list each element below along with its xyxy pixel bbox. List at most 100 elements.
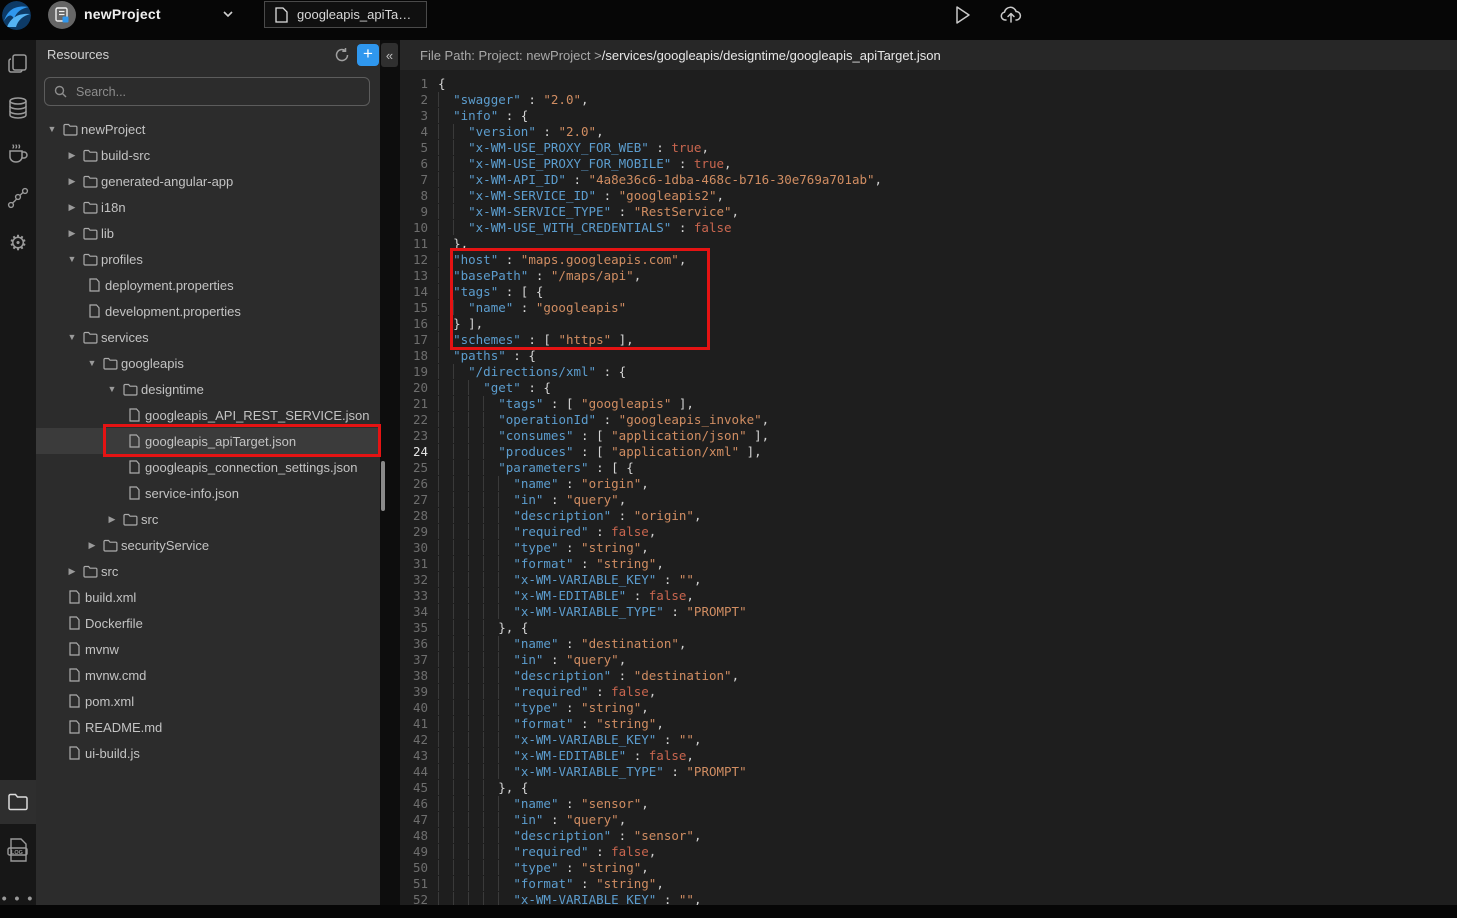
code-line: 3 "info" : {: [400, 108, 1457, 124]
file-icon: [275, 7, 288, 23]
line-number: 3: [400, 108, 428, 124]
log-file-icon[interactable]: LOG: [0, 830, 36, 870]
tree-item-dockerfile[interactable]: Dockerfile: [36, 610, 380, 636]
code-line: 42 "x-WM-VARIABLE_KEY" : "",: [400, 732, 1457, 748]
project-name[interactable]: newProject: [84, 6, 161, 22]
code-line: 46 "name" : "sensor",: [400, 796, 1457, 812]
tree-item-pom-xml[interactable]: pom.xml: [36, 688, 380, 714]
svg-text:LOG: LOG: [11, 850, 23, 856]
run-button[interactable]: [950, 3, 976, 27]
tree-item-label: service-info.json: [144, 486, 239, 501]
line-number: 34: [400, 604, 428, 620]
sidebar-scrollbar[interactable]: [381, 461, 385, 511]
add-resource-button[interactable]: +: [357, 44, 379, 66]
tree-item-src[interactable]: ▶src: [36, 506, 380, 532]
tree-item-generated-angular-app[interactable]: ▶generated-angular-app: [36, 168, 380, 194]
more-options-ellipsis-icon[interactable]: • • •: [0, 878, 36, 918]
code-line: 11 },: [400, 236, 1457, 252]
tree-item-lib[interactable]: ▶lib: [36, 220, 380, 246]
line-number: 14: [400, 284, 428, 300]
refresh-icon[interactable]: [332, 45, 352, 65]
line-number: 16: [400, 316, 428, 332]
chevron-right-icon[interactable]: ▶: [64, 228, 80, 239]
database-icon[interactable]: [0, 88, 36, 128]
line-number: 21: [400, 396, 428, 412]
panel-divider: «: [380, 40, 400, 905]
file-explorer-icon[interactable]: [0, 780, 36, 824]
pages-icon[interactable]: [0, 44, 36, 84]
tree-item-label: mvnw: [84, 642, 119, 657]
tree-item-services[interactable]: ▼services: [36, 324, 380, 350]
tree-item-label: build.xml: [84, 590, 136, 605]
tree-item-googleapis[interactable]: ▼googleapis: [36, 350, 380, 376]
tree-item-securityservice[interactable]: ▶securityService: [36, 532, 380, 558]
line-number: 11: [400, 236, 428, 252]
chevron-right-icon[interactable]: ▶: [64, 150, 80, 161]
open-file-tab[interactable]: googleapis_apiTa…: [264, 1, 427, 28]
chevron-down-icon[interactable]: ▼: [84, 358, 100, 368]
chevron-down-icon[interactable]: ▼: [44, 124, 60, 134]
tree-item-designtime[interactable]: ▼designtime: [36, 376, 380, 402]
code-line: 34 "x-WM-VARIABLE_TYPE" : "PROMPT": [400, 604, 1457, 620]
api-connector-icon[interactable]: [0, 178, 36, 218]
chevron-right-icon[interactable]: ▶: [64, 202, 80, 213]
code-line: 19 "/directions/xml" : {: [400, 364, 1457, 380]
folder-icon: [80, 175, 100, 188]
tree-item-profiles[interactable]: ▼profiles: [36, 246, 380, 272]
tree-item-newproject[interactable]: ▼newProject: [36, 116, 380, 142]
project-avatar-icon[interactable]: [48, 1, 76, 29]
tree-item-mvnw-cmd[interactable]: mvnw.cmd: [36, 662, 380, 688]
java-coffee-icon[interactable]: [0, 133, 36, 173]
chevron-down-icon[interactable]: ▼: [64, 254, 80, 264]
collapse-sidebar-icon[interactable]: «: [381, 43, 398, 67]
tree-item-googleapis-connection-settings-json[interactable]: googleapis_connection_settings.json: [36, 454, 380, 480]
line-number: 1: [400, 76, 428, 92]
code-line: 49 "required" : false,: [400, 844, 1457, 860]
tree-item-build-xml[interactable]: build.xml: [36, 584, 380, 610]
line-number: 49: [400, 844, 428, 860]
tree-item-src[interactable]: ▶src: [36, 558, 380, 584]
tree-item-ui-build-js[interactable]: ui-build.js: [36, 740, 380, 766]
file-icon: [124, 486, 144, 500]
code-line: 21 "tags" : [ "googleapis" ],: [400, 396, 1457, 412]
chevron-right-icon[interactable]: ▶: [64, 176, 80, 187]
tree-item-deployment-properties[interactable]: deployment.properties: [36, 272, 380, 298]
project-dropdown-chevron-icon[interactable]: [222, 8, 234, 20]
chevron-down-icon[interactable]: ▼: [64, 332, 80, 342]
tree-item-service-info-json[interactable]: service-info.json: [36, 480, 380, 506]
chevron-down-icon[interactable]: ▼: [104, 384, 120, 394]
cloud-upload-icon[interactable]: [998, 3, 1024, 27]
search-box[interactable]: [44, 77, 370, 106]
chevron-right-icon[interactable]: ▶: [104, 514, 120, 525]
line-number: 43: [400, 748, 428, 764]
code-line: 38 "description" : "destination",: [400, 668, 1457, 684]
code-area[interactable]: 1{2 "swagger" : "2.0",3 "info" : {4 "ver…: [400, 70, 1457, 905]
tree-item-label: i18n: [100, 200, 126, 215]
tree-item-mvnw[interactable]: mvnw: [36, 636, 380, 662]
code-line: 9 "x-WM-SERVICE_TYPE" : "RestService",: [400, 204, 1457, 220]
tree-item-googleapis-api-rest-service-json[interactable]: googleapis_API_REST_SERVICE.json: [36, 402, 380, 428]
folder-icon: [80, 565, 100, 578]
line-number: 26: [400, 476, 428, 492]
line-number: 24: [400, 444, 428, 460]
line-number: 25: [400, 460, 428, 476]
line-number: 36: [400, 636, 428, 652]
chevron-right-icon[interactable]: ▶: [84, 540, 100, 551]
line-number: 18: [400, 348, 428, 364]
code-line: 5 "x-WM-USE_PROXY_FOR_WEB" : true,: [400, 140, 1457, 156]
code-line: 28 "description" : "origin",: [400, 508, 1457, 524]
tree-item-readme-md[interactable]: README.md: [36, 714, 380, 740]
line-number: 31: [400, 556, 428, 572]
code-line: 36 "name" : "destination",: [400, 636, 1457, 652]
tree-item-i18n[interactable]: ▶ i18n: [36, 194, 380, 220]
tree-item-build-src[interactable]: ▶build-src: [36, 142, 380, 168]
tree-item-development-properties[interactable]: development.properties: [36, 298, 380, 324]
settings-gear-icon[interactable]: ⚙: [0, 223, 36, 263]
line-number: 33: [400, 588, 428, 604]
chevron-right-icon[interactable]: ▶: [64, 566, 80, 577]
search-input[interactable]: [74, 84, 360, 100]
tree-item-googleapis-apitarget-json[interactable]: googleapis_apiTarget.json: [36, 428, 380, 454]
top-bar: newProject googleapis_apiTa…: [0, 0, 1457, 40]
code-line: 24 "produces" : [ "application/xml" ],: [400, 444, 1457, 460]
tree-item-label: googleapis_API_REST_SERVICE.json: [144, 408, 370, 423]
